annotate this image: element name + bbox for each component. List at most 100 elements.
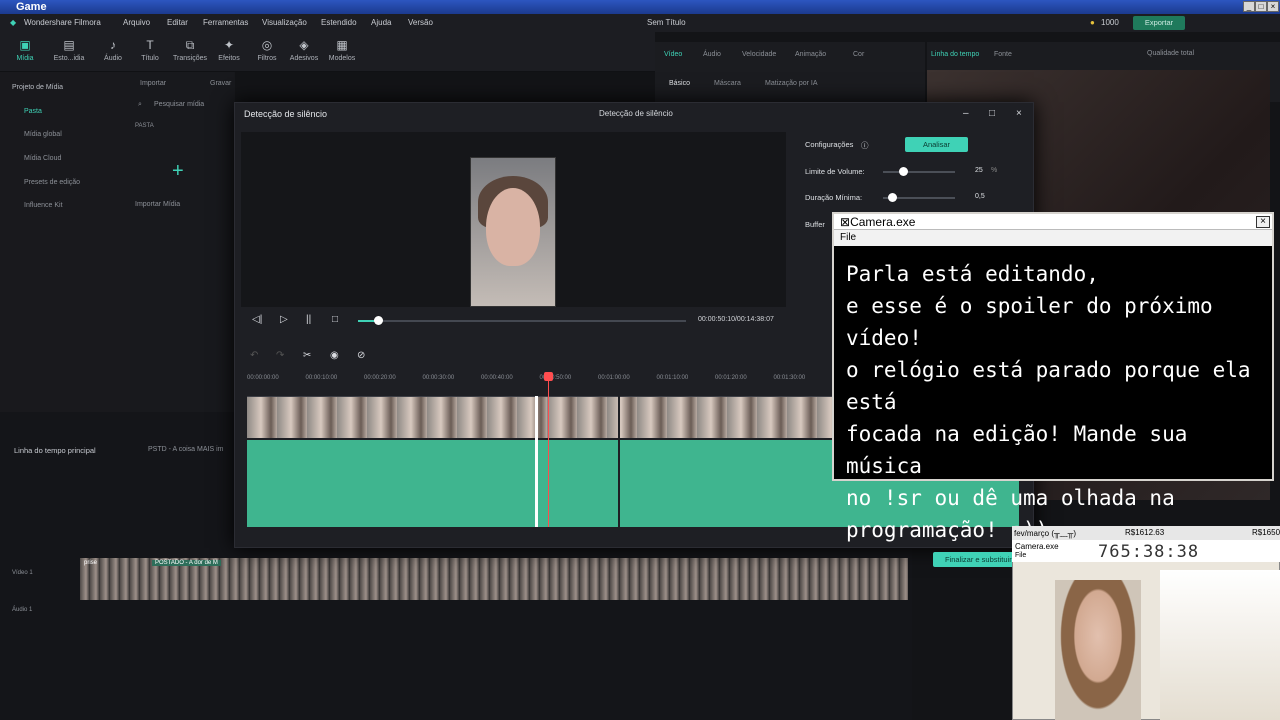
preview-tab-timeline[interactable]: Linha do tempo — [931, 51, 979, 58]
tool-adesivos[interactable]: ◈ Adesivos — [286, 38, 322, 62]
tab-cor[interactable]: Cor — [853, 51, 864, 58]
eye-off-icon[interactable]: ⊘ — [357, 350, 365, 361]
volume-value[interactable]: 25 — [975, 167, 983, 174]
media-sidebar: Projeto de Mídia Pasta Mídia global Mídi… — [0, 72, 130, 412]
clip-label-a: prise — [84, 560, 98, 566]
title-icon: T — [146, 38, 154, 52]
media-icon: ▣ — [19, 38, 31, 52]
tool-titulo[interactable]: T Título — [132, 38, 168, 62]
tab-audio[interactable]: Áudio — [703, 51, 721, 58]
message-line: no !sr ou dê uma olhada na — [846, 486, 1175, 510]
dialog-maximize-icon[interactable]: □ — [989, 108, 995, 119]
tab-video[interactable]: Vídeo — [664, 51, 682, 58]
tool-midia[interactable]: ▣ Mídia — [7, 38, 43, 62]
sidebar-item-influence[interactable]: Influence Kit — [24, 202, 63, 209]
analyze-button[interactable]: Analisar — [905, 137, 968, 152]
undo-icon[interactable]: ↶ — [250, 350, 258, 361]
camera-close-icon[interactable]: × — [1256, 216, 1270, 228]
streamer-webcam — [1055, 580, 1141, 720]
cut-marker[interactable] — [535, 396, 538, 527]
tool-label: Efeitos — [218, 55, 240, 62]
tab-animacao[interactable]: Animação — [795, 51, 826, 58]
menu-editar[interactable]: Editar — [167, 18, 188, 27]
settings-label: Configurações — [805, 140, 854, 149]
camera-file-menu[interactable]: File — [834, 230, 1272, 246]
tool-label: Mídia — [16, 55, 34, 62]
month-label: fev/março (╥﹏╥) — [1014, 529, 1077, 538]
menu-arquivo[interactable]: Arquivo — [123, 18, 150, 27]
close-button[interactable]: × — [1267, 1, 1279, 12]
timeline-clip-name: PSTD - A coisa MAIS im — [148, 446, 224, 453]
help-icon[interactable]: ⓘ — [861, 140, 869, 151]
subtab-basico[interactable]: Básico — [669, 80, 690, 87]
ruler-tick-label: 00:00:40:00 — [481, 375, 513, 381]
menu-estendido[interactable]: Estendido — [321, 18, 357, 27]
tool-filtros[interactable]: ◎ Filtros — [249, 38, 285, 62]
sidebar-item-pasta[interactable]: Pasta — [24, 108, 42, 115]
subtab-mascara[interactable]: Máscara — [714, 80, 741, 87]
ruler-tick-label: 00:00:20:00 — [364, 375, 396, 381]
pause-icon[interactable]: || — [306, 314, 311, 325]
dialog-close-icon[interactable]: × — [1016, 108, 1022, 119]
cut-gap — [618, 396, 620, 527]
clip-label-b: POSTADO - A dor de M — [152, 560, 221, 566]
minimize-button[interactable]: _ — [1243, 1, 1255, 12]
record-button[interactable]: Gravar — [210, 80, 231, 87]
tool-label: Modelos — [328, 55, 356, 62]
tool-label: Filtros — [257, 55, 277, 62]
media-search-input[interactable]: Pesquisar mídia — [154, 101, 204, 108]
quality-select[interactable]: Qualidade total — [1147, 50, 1194, 57]
templates-icon: ▦ — [336, 38, 348, 52]
stop-icon[interactable]: □ — [332, 314, 338, 325]
import-button[interactable]: Importar — [140, 80, 166, 87]
background-shelf — [1160, 570, 1280, 720]
redo-icon[interactable]: ↷ — [276, 350, 284, 361]
playhead-handle[interactable] — [544, 372, 553, 381]
preview-tab-source[interactable]: Fonte — [994, 51, 1012, 58]
webcam-file-menu[interactable]: File — [1015, 552, 1026, 559]
video-subject-face — [486, 188, 540, 266]
finish-replace-button[interactable]: Finalizar e substituir — [933, 552, 1023, 567]
tool-modelos[interactable]: ▦ Modelos — [324, 38, 360, 62]
tab-velocidade[interactable]: Velocidade — [742, 51, 776, 58]
tool-transicoes[interactable]: ⧉ Transições — [172, 38, 208, 62]
music-icon: ♪ — [110, 38, 116, 52]
sidebar-item-presets[interactable]: Presets de edição — [24, 179, 80, 186]
camera-titlebar: ⊠Camera.exe — [834, 214, 1272, 230]
add-media-icon[interactable]: + — [172, 160, 184, 183]
min-duration-value[interactable]: 0,5 — [975, 193, 985, 200]
video-thumbnail-strip[interactable] — [247, 396, 847, 438]
sidebar-item-cloud[interactable]: Mídia Cloud — [24, 155, 61, 162]
playback-progress-track[interactable] — [358, 320, 686, 322]
sidebar-item-projeto[interactable]: Projeto de Mídia — [12, 84, 63, 91]
menu-ajuda[interactable]: Ajuda — [371, 18, 391, 27]
menu-ferramentas[interactable]: Ferramentas — [203, 18, 248, 27]
min-duration-knob[interactable] — [887, 193, 897, 202]
export-button[interactable]: Exportar — [1133, 16, 1185, 30]
transition-icon: ⧉ — [185, 38, 195, 52]
menu-bar: ◆ Wondershare Filmora Arquivo Editar Fer… — [0, 14, 1280, 32]
maximize-button[interactable]: □ — [1255, 1, 1267, 12]
playback-progress-knob[interactable] — [374, 316, 383, 325]
sidebar-item-global[interactable]: Mídia global — [24, 131, 62, 138]
subtab-matizacao[interactable]: Matização por IA — [765, 80, 818, 87]
volume-slider-knob[interactable] — [899, 167, 909, 176]
tool-audio[interactable]: ♪ Áudio — [95, 38, 131, 62]
eye-icon[interactable]: ◉ — [330, 350, 339, 361]
filter-icon: ◎ — [261, 38, 273, 52]
tool-stock[interactable]: ▤ Esto...idia — [51, 38, 87, 62]
timeline-name[interactable]: Linha do tempo principal — [14, 446, 96, 455]
tool-efeitos[interactable]: ✦ Efeitos — [211, 38, 247, 62]
play-icon[interactable]: ▷ — [280, 314, 288, 325]
menu-versao[interactable]: Versão — [408, 18, 433, 27]
import-media-label: Importar Mídia — [135, 201, 181, 208]
menu-visualizacao[interactable]: Visualização — [262, 18, 307, 27]
dialog-minimize-icon[interactable]: – — [963, 108, 969, 119]
previous-frame-icon[interactable]: ◁| — [252, 314, 262, 325]
scissors-icon[interactable]: ✂ — [303, 350, 311, 361]
filmora-logo-icon: ◆ — [10, 18, 17, 27]
volume-slider[interactable] — [883, 171, 955, 173]
tool-label: Áudio — [104, 55, 122, 62]
playhead[interactable] — [548, 372, 549, 527]
dialog-center-title: Detecção de silêncio — [599, 109, 673, 118]
